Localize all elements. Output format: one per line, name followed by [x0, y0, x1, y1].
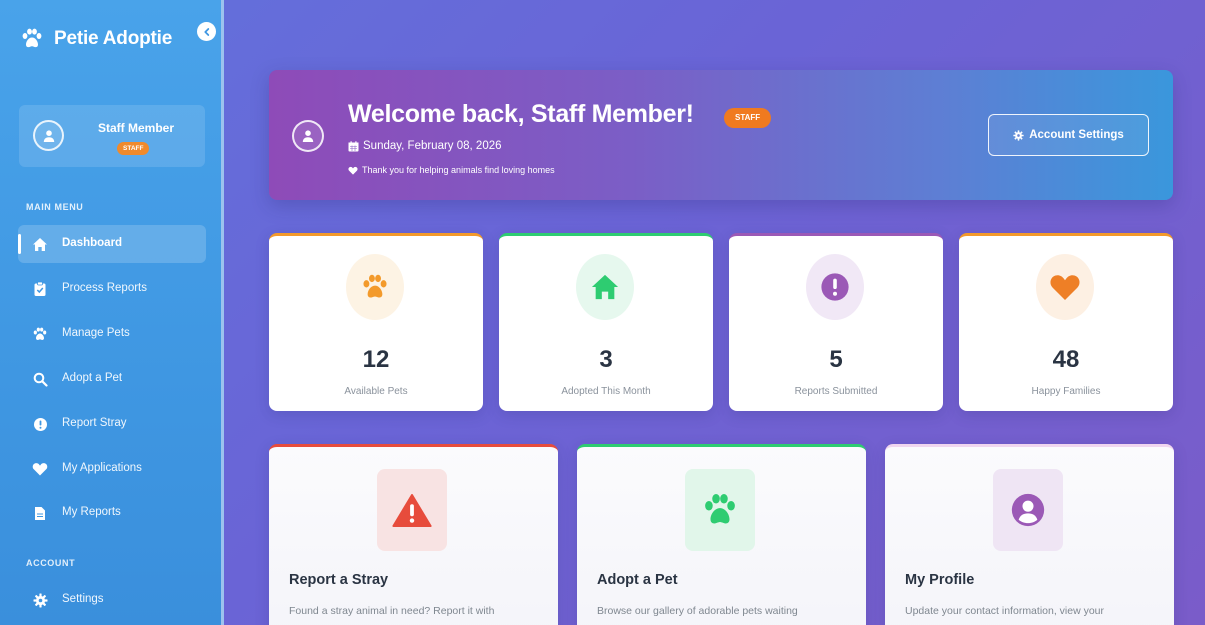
avatar	[292, 120, 324, 152]
action-title: Adopt a Pet	[597, 572, 678, 588]
home-icon	[591, 274, 619, 300]
sidebar-item-label: Settings	[62, 593, 104, 605]
paw-icon	[32, 326, 48, 342]
user-card[interactable]: Staff Member STAFF	[19, 105, 205, 167]
clipboard-check-icon	[32, 281, 48, 297]
file-icon	[32, 505, 48, 521]
sidebar-item-my-reports[interactable]: My Reports	[18, 494, 206, 532]
exclamation-circle-icon	[32, 416, 48, 432]
stat-icon-wrap	[806, 254, 864, 320]
action-title: Report a Stray	[289, 572, 389, 588]
gear-icon	[1013, 129, 1024, 141]
welcome-banner: Welcome back, Staff Member! STAFF Sunday…	[269, 70, 1173, 200]
stat-card-reports-submitted: 5 Reports Submitted	[729, 233, 943, 411]
action-icon-wrap	[377, 469, 447, 551]
stat-value: 3	[599, 346, 613, 373]
sidebar-item-label: Manage Pets	[62, 327, 130, 339]
sidebar-item-label: Process Reports	[62, 282, 148, 294]
current-date-text: Sunday, February 08, 2026	[363, 140, 502, 152]
sidebar-item-adopt-a-pet[interactable]: Adopt a Pet	[18, 360, 206, 398]
sidebar-item-process-reports[interactable]: Process Reports	[18, 270, 206, 308]
thanks-message: Thank you for helping animals find lovin…	[348, 165, 555, 175]
sidebar-item-label: Adopt a Pet	[62, 372, 123, 384]
user-icon	[302, 130, 314, 142]
gear-icon	[32, 592, 48, 608]
stat-value: 5	[829, 346, 843, 373]
user-circle-icon	[1011, 493, 1045, 527]
stat-card-happy-families: 48 Happy Families	[959, 233, 1173, 411]
account-settings-label: Account Settings	[1029, 129, 1124, 141]
heart-icon	[348, 166, 358, 175]
stat-card-adopted-this-month: 3 Adopted This Month	[499, 233, 713, 411]
paw-icon	[363, 274, 387, 298]
brand[interactable]: Petie Adoptie	[20, 28, 172, 50]
sidebar-item-report-stray[interactable]: Report Stray	[18, 405, 206, 443]
stat-icon-wrap	[1036, 254, 1094, 320]
current-date: Sunday, February 08, 2026	[348, 140, 502, 152]
action-description: Found a stray animal in need? Report it …	[289, 605, 495, 617]
account-settings-button[interactable]: Account Settings	[988, 114, 1149, 156]
sidebar-collapse-button[interactable]	[197, 22, 216, 41]
stat-label: Reports Submitted	[794, 386, 878, 397]
action-description: Update your contact information, view yo…	[905, 605, 1105, 617]
action-card-adopt-a-pet[interactable]: Adopt a Pet Browse our gallery of adorab…	[577, 444, 866, 625]
main-menu-label: MAIN MENU	[26, 202, 84, 212]
avatar	[33, 120, 64, 151]
sidebar-item-manage-pets[interactable]: Manage Pets	[18, 315, 206, 353]
sidebar-item-label: My Reports	[62, 506, 121, 518]
exclamation-circle-icon	[821, 273, 849, 301]
stat-label: Available Pets	[344, 386, 408, 397]
action-card-report-stray[interactable]: Report a Stray Found a stray animal in n…	[269, 444, 558, 625]
page-title: Welcome back, Staff Member!	[348, 100, 694, 128]
home-icon	[32, 236, 48, 252]
stat-icon-wrap	[346, 254, 404, 320]
role-badge: STAFF	[117, 142, 150, 155]
stat-label: Adopted This Month	[561, 386, 651, 397]
sidebar: Petie Adoptie Staff Member STAFF MAIN ME…	[0, 0, 224, 625]
action-icon-wrap	[685, 469, 755, 551]
stat-card-available-pets: 12 Available Pets	[269, 233, 483, 411]
action-card-my-profile[interactable]: My Profile Update your contact informati…	[885, 444, 1174, 625]
heart-icon	[1050, 275, 1080, 300]
thanks-message-text: Thank you for helping animals find lovin…	[362, 165, 555, 175]
sidebar-item-label: My Applications	[62, 462, 142, 474]
paw-icon	[705, 493, 735, 523]
stat-value: 12	[362, 346, 390, 373]
warning-triangle-icon	[392, 494, 432, 527]
sidebar-item-dashboard[interactable]: Dashboard	[18, 225, 206, 263]
stat-label: Happy Families	[1031, 386, 1101, 397]
heart-icon	[32, 461, 48, 477]
role-badge: STAFF	[724, 108, 772, 128]
chevron-left-icon	[203, 27, 209, 36]
sidebar-item-settings[interactable]: Settings	[18, 581, 206, 619]
action-description: Browse our gallery of adorable pets wait…	[597, 605, 798, 617]
account-label: ACCOUNT	[26, 558, 76, 568]
user-icon	[43, 129, 54, 142]
stat-icon-wrap	[576, 254, 634, 320]
brand-name: Petie Adoptie	[54, 28, 173, 49]
action-title: My Profile	[905, 572, 975, 588]
sidebar-item-label: Report Stray	[62, 417, 127, 429]
calendar-icon	[348, 140, 359, 151]
sidebar-item-my-applications[interactable]: My Applications	[18, 450, 206, 488]
stat-value: 48	[1052, 346, 1080, 373]
search-icon	[32, 371, 48, 387]
sidebar-item-label: Dashboard	[62, 237, 123, 249]
paw-icon	[22, 28, 42, 48]
user-name: Staff Member	[98, 121, 175, 135]
action-icon-wrap	[993, 469, 1063, 551]
